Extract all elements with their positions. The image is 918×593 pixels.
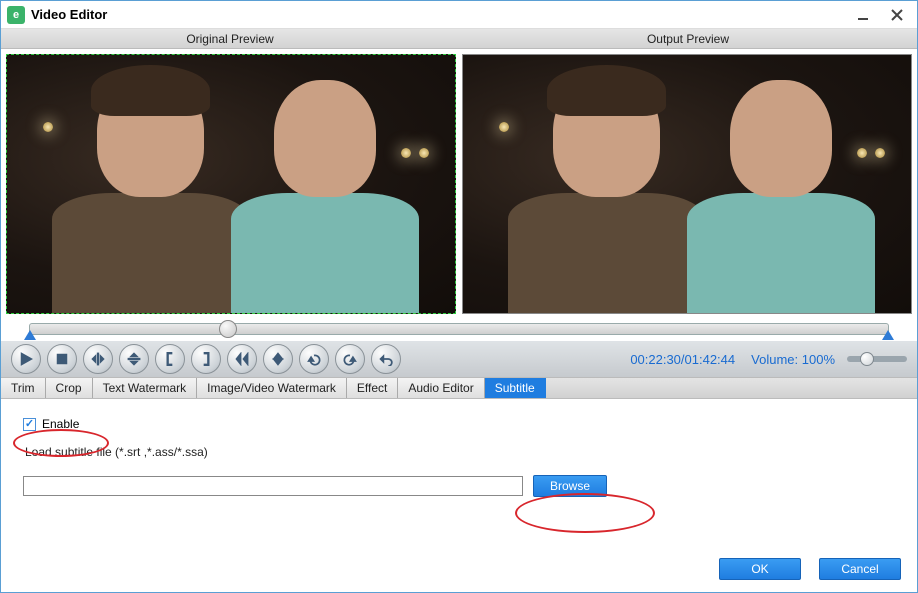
close-icon xyxy=(891,9,903,21)
tab-audio-editor[interactable]: Audio Editor xyxy=(398,378,484,398)
volume-label: Volume: 100% xyxy=(751,352,835,367)
undo-button[interactable] xyxy=(371,344,401,374)
timeline-slider[interactable] xyxy=(29,323,889,335)
timeline-area xyxy=(1,319,917,335)
flip-vertical-button[interactable] xyxy=(119,344,149,374)
preview-area xyxy=(1,49,917,319)
playback-controls: 00:22:30/01:42:44 Volume: 100% xyxy=(1,341,917,377)
output-preview-label: Output Preview xyxy=(459,29,917,48)
timeline-playhead[interactable] xyxy=(219,320,237,338)
trim-start-marker[interactable] xyxy=(24,330,36,340)
volume-slider[interactable] xyxy=(847,356,907,362)
tab-subtitle[interactable]: Subtitle xyxy=(485,378,546,398)
flip-horizontal-button[interactable] xyxy=(83,344,113,374)
tab-image-video-watermark[interactable]: Image/Video Watermark xyxy=(197,378,347,398)
set-in-button[interactable] xyxy=(155,344,185,374)
titlebar: e Video Editor xyxy=(1,1,917,29)
tab-text-watermark[interactable]: Text Watermark xyxy=(93,378,198,398)
flip-horizontal-icon xyxy=(91,352,105,366)
rotate-ccw-icon xyxy=(307,352,321,366)
cut-button[interactable] xyxy=(263,344,293,374)
goto-in-icon xyxy=(235,352,249,366)
minimize-icon xyxy=(857,9,869,21)
bracket-out-icon xyxy=(199,352,213,366)
goto-in-button[interactable] xyxy=(227,344,257,374)
tab-crop[interactable]: Crop xyxy=(46,378,93,398)
original-preview-label: Original Preview xyxy=(1,29,459,48)
undo-icon xyxy=(379,352,393,366)
video-editor-window: e Video Editor Original Preview Output P… xyxy=(0,0,918,593)
tab-effect[interactable]: Effect xyxy=(347,378,398,398)
flip-vertical-icon xyxy=(127,352,141,366)
close-button[interactable] xyxy=(883,5,911,25)
ok-button[interactable]: OK xyxy=(719,558,801,580)
cancel-button[interactable]: Cancel xyxy=(819,558,901,580)
preview-header: Original Preview Output Preview xyxy=(1,29,917,49)
browse-button[interactable]: Browse xyxy=(533,475,607,497)
tab-trim[interactable]: Trim xyxy=(1,378,46,398)
editor-tabs: Trim Crop Text Watermark Image/Video Wat… xyxy=(1,377,917,399)
video-frame-placeholder xyxy=(7,55,455,313)
enable-row: Enable xyxy=(23,417,895,431)
output-preview[interactable] xyxy=(462,54,912,314)
stop-button[interactable] xyxy=(47,344,77,374)
play-button[interactable] xyxy=(11,344,41,374)
rotate-ccw-button[interactable] xyxy=(299,344,329,374)
app-icon: e xyxy=(7,6,25,24)
load-subtitle-label: Load subtitle file (*.srt ,*.ass/*.ssa) xyxy=(25,445,895,459)
subtitle-file-input[interactable] xyxy=(23,476,523,496)
rotate-cw-button[interactable] xyxy=(335,344,365,374)
enable-checkbox[interactable] xyxy=(23,418,36,431)
minimize-button[interactable] xyxy=(849,5,877,25)
set-out-button[interactable] xyxy=(191,344,221,374)
cut-icon xyxy=(271,352,285,366)
timecode-display: 00:22:30/01:42:44 xyxy=(630,352,735,367)
play-icon xyxy=(19,352,33,366)
video-frame-placeholder xyxy=(463,55,911,313)
rotate-cw-icon xyxy=(343,352,357,366)
volume-thumb[interactable] xyxy=(860,352,874,366)
enable-label: Enable xyxy=(42,417,79,431)
window-title: Video Editor xyxy=(31,7,107,22)
dialog-buttons: OK Cancel xyxy=(719,558,901,580)
stop-icon xyxy=(55,352,69,366)
original-preview[interactable] xyxy=(6,54,456,314)
trim-end-marker[interactable] xyxy=(882,330,894,340)
subtitle-file-row: Browse xyxy=(23,475,895,497)
bracket-in-icon xyxy=(163,352,177,366)
